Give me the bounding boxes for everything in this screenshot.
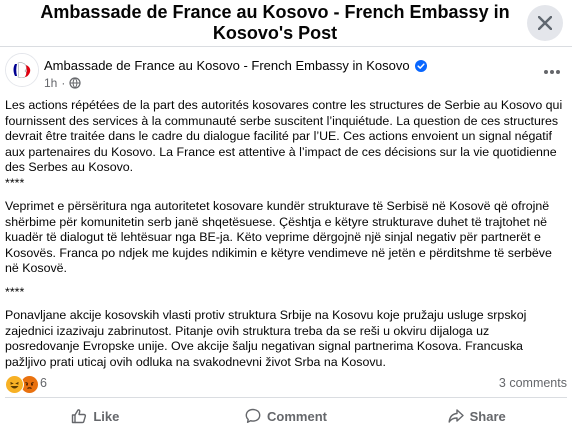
more-options-button[interactable] <box>540 60 564 84</box>
comment-icon <box>245 408 261 423</box>
post-separator: **** <box>5 175 25 190</box>
comments-count[interactable]: 3 comments <box>499 376 567 390</box>
close-icon <box>538 16 552 30</box>
post-time[interactable]: 1h <box>44 76 57 90</box>
like-icon <box>72 409 87 424</box>
post-paragraph-sr: Ponavljane akcije kosovskih vlasti proti… <box>5 308 527 369</box>
post-actions: Like Comment Share <box>0 401 572 431</box>
post-paragraph-fr: Les actions répétées de la part des auto… <box>5 98 563 174</box>
post-header: Ambassade de France au Kosovo - French E… <box>0 50 572 94</box>
post-paragraph-sq: Veprimet e përsëritura nga autoritetet k… <box>5 199 552 275</box>
author-name[interactable]: Ambassade de France au Kosovo - French E… <box>44 58 410 73</box>
post-text: Les actions répétées de la part des auto… <box>5 98 565 370</box>
post-separator: **** <box>5 284 25 299</box>
comment-button[interactable]: Comment <box>191 401 382 431</box>
comment-label: Comment <box>267 408 327 424</box>
share-button[interactable]: Share <box>381 401 572 431</box>
reaction-icons[interactable] <box>5 375 39 394</box>
reaction-count[interactable]: 6 <box>40 376 47 390</box>
avatar[interactable] <box>5 53 39 87</box>
like-label: Like <box>93 408 120 424</box>
globe-icon <box>69 77 81 89</box>
haha-reaction-icon <box>5 375 24 394</box>
share-icon <box>448 409 464 423</box>
header-divider <box>0 46 572 47</box>
reactions-summary: 6 3 comments <box>0 374 572 394</box>
more-horizontal-icon <box>544 70 560 74</box>
share-label: Share <box>469 408 506 424</box>
dialog-title: Ambassade de France au Kosovo - French E… <box>40 2 510 43</box>
post-meta: 1h · <box>44 76 81 90</box>
close-button[interactable] <box>527 5 563 41</box>
author-line: Ambassade de France au Kosovo - French E… <box>44 58 428 74</box>
dialog-header: Ambassade de France au Kosovo - French E… <box>0 0 572 46</box>
marianne-logo-icon <box>6 54 38 86</box>
like-button[interactable]: Like <box>0 401 191 431</box>
verified-badge-icon <box>415 60 428 72</box>
actions-divider <box>5 397 567 398</box>
